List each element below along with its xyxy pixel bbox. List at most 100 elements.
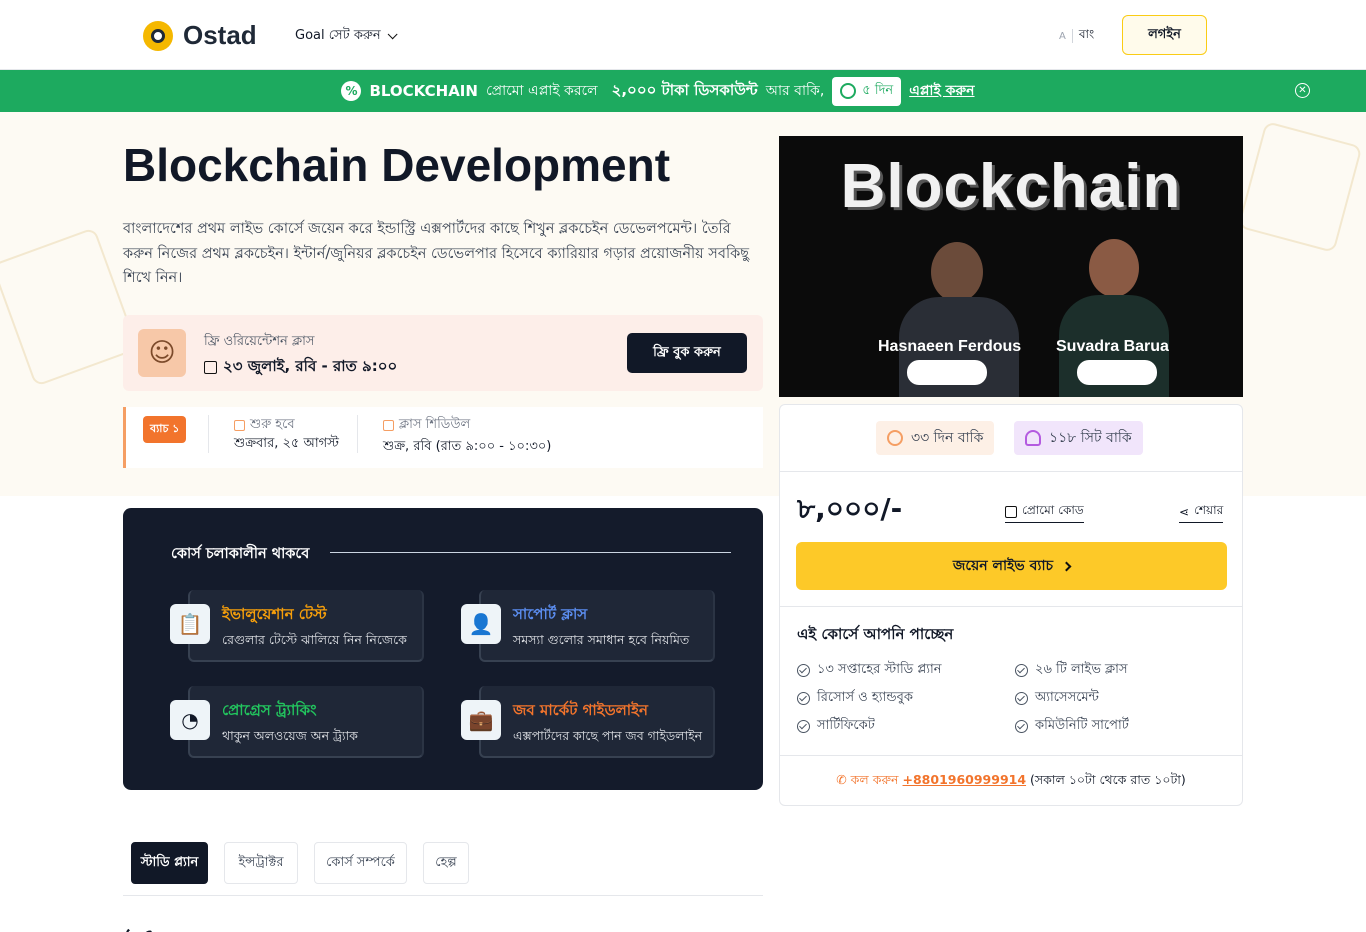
calendar-icon	[234, 420, 245, 431]
include-item-text: ২৬ টি লাইভ ক্লাস	[1035, 662, 1128, 677]
lang-small-letter: A	[1059, 30, 1066, 42]
course-video-thumbnail[interactable]: Blockchain Hasnaeen Ferdous Suvadra Baru…	[779, 136, 1243, 397]
feature-title: ইভালুয়েশান টেস্ট	[222, 605, 327, 623]
include-item-text: রিসোর্স ও হ্যান্ডবুক	[817, 690, 913, 705]
check-circle-icon	[797, 692, 810, 705]
ostad-logo[interactable]: Ostad	[143, 20, 257, 51]
goal-select-dropdown[interactable]: Goal সেট করুন	[295, 26, 398, 47]
tab-about-course[interactable]: কোর্স সম্পর্কে	[314, 842, 407, 884]
tab-study-plan[interactable]: স্টাডি প্ল্যান	[131, 842, 208, 884]
calendar-icon	[383, 420, 394, 431]
divider	[357, 415, 358, 453]
head	[1089, 239, 1139, 297]
call-hours: (সকাল ১০টা থেকে রাত ১০টা)	[1030, 772, 1186, 787]
close-icon[interactable]: ✕	[1295, 83, 1310, 98]
schedule-label-text: ক্লাস শিডিউল	[399, 417, 471, 432]
language-switch[interactable]: A বাং	[1059, 26, 1094, 46]
share-label: শেয়ার	[1194, 503, 1224, 517]
pie-chart-icon: ◔	[170, 700, 210, 740]
top-header: Ostad Goal সেট করুন A বাং লগইন	[0, 0, 1366, 70]
days-left-badge: ৩৩ দিন বাকি	[876, 421, 995, 455]
tab-help[interactable]: হেল্প	[423, 842, 469, 884]
start-label: শুরু হবে	[234, 415, 295, 436]
feature-subtitle: সমস্যা গুলোর সমাধান হবে নিয়মিত	[513, 632, 690, 647]
section-heading-partial: ১৫	[123, 918, 157, 932]
clock-icon	[887, 430, 903, 446]
enroll-card: ৩৩ দিন বাকি ১১৮ সিট বাকি ৮,০০০/- প্রোমো …	[779, 404, 1243, 806]
login-button[interactable]: লগইন	[1122, 15, 1207, 55]
orientation-illustration: ☺	[138, 329, 186, 377]
include-item-text: কমিউনিটি সাপোর্ট	[1035, 718, 1129, 733]
include-item-text: সার্টিফিকেট	[817, 718, 875, 733]
divider	[780, 606, 1242, 607]
feature-title: জব মার্কেট গাইডলাইন	[513, 701, 648, 719]
days-left-pill: ৫ দিন	[832, 76, 902, 106]
video-title: Blockchain	[840, 152, 1182, 221]
feature-support-class: 👤 সাপোর্ট ক্লাস সমস্যা গুলোর সমাধান হবে …	[461, 590, 715, 662]
orientation-date: ২৩ জুলাই, রবি - রাত ৯:০০	[204, 355, 397, 380]
batch-badge: ব্যাচ ১	[143, 416, 187, 443]
lang-label: বাং	[1078, 27, 1095, 41]
goal-select-label: Goal সেট করুন	[295, 28, 381, 43]
during-course-title: কোর্স চলাকালীন থাকবে	[171, 546, 310, 562]
join-button-label: জয়েন লাইভ ব্যাচ	[952, 558, 1054, 574]
instructor-name-2: Suvadra Barua	[1056, 338, 1169, 355]
call-info: ✆ কল করুন +8801960999914 (সকাল ১০টা থেকে…	[780, 772, 1242, 792]
course-price: ৮,০০০/-	[797, 492, 903, 525]
company-logo-1	[907, 360, 987, 385]
discount-badge-icon: %	[341, 81, 362, 101]
lang-divider	[1071, 29, 1073, 43]
check-circle-icon	[797, 664, 810, 677]
instructor-name-1: Hasnaeen Ferdous	[878, 338, 1022, 355]
share-icon: ⋖	[1179, 505, 1190, 519]
free-book-button[interactable]: ফ্রি বুক করুন	[627, 333, 747, 373]
promo-code-link[interactable]: প্রোমো কোড	[1005, 502, 1084, 523]
free-orientation-box: ☺ ফ্রি ওরিয়েন্টেশন ক্লাস ২৩ জুলাই, রবি …	[123, 315, 763, 391]
include-item: অ্যাসেসমেন্ট	[1015, 688, 1099, 709]
decorative-illustration	[0, 227, 139, 387]
start-label-text: শুরু হবে	[250, 417, 295, 432]
user-icon	[1025, 430, 1041, 446]
share-link[interactable]: ⋖ শেয়ার	[1179, 502, 1224, 523]
logo-text: Ostad	[183, 20, 257, 50]
orientation-date-text: ২৩ জুলাই, রবি - রাত ৯:০০	[223, 357, 398, 375]
include-item: ২৬ টি লাইভ ক্লাস	[1015, 660, 1128, 681]
divider	[208, 415, 209, 453]
feature-title: প্রোগ্রেস ট্র্যাকিং	[222, 701, 317, 719]
divider	[780, 755, 1242, 756]
phone-icon: ✆	[836, 772, 847, 787]
feature-title: সাপোর্ট ক্লাস	[513, 605, 588, 623]
clipboard-icon: 📋	[170, 604, 210, 644]
join-live-batch-button[interactable]: জয়েন লাইভ ব্যাচ	[796, 542, 1227, 590]
timer-icon	[840, 83, 857, 99]
apply-promo-link[interactable]: এপ্লাই করুন	[909, 79, 974, 103]
divider	[780, 471, 1242, 472]
promo-discount: ২,০০০ টাকা ডিসকাউন্ট	[611, 80, 758, 99]
support-person-icon: 👤	[461, 604, 501, 644]
feature-job-market-guideline: 💼 জব মার্কেট গাইডলাইন এক্সপার্টদের কাছে …	[461, 686, 715, 758]
company-logo-2	[1077, 360, 1157, 385]
days-left-text: ৫ দিন	[862, 82, 894, 98]
decorative-illustration-right	[1237, 120, 1363, 254]
chevron-down-icon	[387, 29, 398, 40]
schedule-value: শুক্র, রবি (রাত ৯:০০ - ১০:৩০)	[383, 439, 552, 454]
course-description: বাংলাদেশের প্রথম লাইভ কোর্সে জয়েন করে ই…	[123, 221, 750, 286]
start-date: শুক্রবার, ২৫ আগস্ট	[234, 436, 339, 451]
feature-evaluation-test: 📋 ইভালুয়েশান টেস্ট রেগুলার টেস্টে ঝালিয…	[170, 590, 424, 662]
course-tabs: স্টাডি প্ল্যান ইন্সট্রাক্টর কোর্স সম্পর্…	[123, 842, 763, 896]
include-item-text: অ্যাসেসমেন্ট	[1035, 690, 1099, 705]
calendar-icon	[204, 361, 217, 374]
logo-icon	[143, 20, 173, 51]
seats-left-badge: ১১৮ সিট বাকি	[1014, 421, 1143, 455]
include-item-text: ১৩ সপ্তাহের স্টাডি প্ল্যান	[817, 662, 942, 677]
feature-progress-tracking: ◔ প্রোগ্রেস ট্র্যাকিং থাকুন অলওয়েজ অন ট…	[170, 686, 424, 758]
include-item: কমিউনিটি সাপোর্ট	[1015, 716, 1129, 737]
include-item: রিসোর্স ও হ্যান্ডবুক	[797, 688, 913, 709]
batch-info: ব্যাচ ১ শুরু হবে শুক্রবার, ২৫ আগস্ট ক্লা…	[123, 407, 763, 468]
promo-text-2: আর বাকি,	[765, 83, 825, 99]
promo-banner: % BLOCKCHAIN প্রোমো এপ্লাই করলে ২,০০০ টা…	[0, 70, 1366, 112]
call-label: কল করুন	[850, 772, 899, 787]
tab-instructor[interactable]: ইন্সট্রাক্টর	[224, 842, 298, 884]
phone-number-link[interactable]: +8801960999914	[903, 772, 1027, 787]
orientation-label: ফ্রি ওরিয়েন্টেশন ক্লাস	[204, 334, 315, 349]
